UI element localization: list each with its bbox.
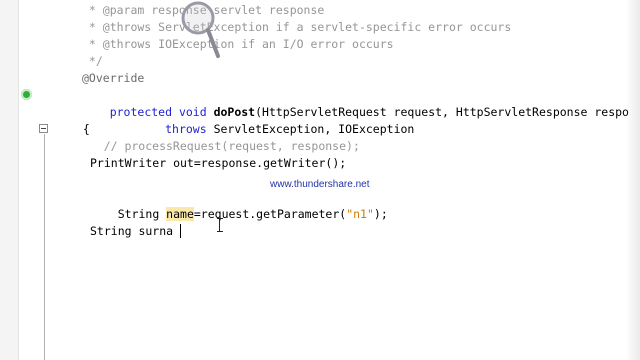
code-line-4: */ — [82, 54, 103, 68]
text-caret — [180, 224, 181, 238]
text-ibeam-cursor-icon — [217, 218, 223, 232]
fold-collapse-icon[interactable] — [39, 124, 48, 133]
highlighted-variable-token: name — [166, 207, 194, 221]
string-literal-token: "n1" — [346, 207, 374, 221]
code-line-12[interactable]: String surna — [90, 223, 173, 240]
code-line-10: PrintWriter out=response.getWriter(); — [90, 156, 347, 170]
watermark-text: www.thundershare.net — [270, 179, 370, 190]
type-token: String — [117, 207, 167, 221]
fold-gutter — [38, 0, 52, 360]
code-line-8: { — [76, 122, 90, 136]
code-line-2: * @throws ServletException if a servlet-… — [82, 20, 512, 34]
override-gutter-icon[interactable] — [21, 89, 32, 100]
editor-right-edge — [626, 0, 640, 360]
code-line-3: * @throws IOException if an I/O error oc… — [82, 37, 394, 51]
code-line-11: String name=request.getParameter("n1"); — [90, 189, 388, 221]
throws-keyword-token: throws — [109, 122, 214, 136]
code-line-5: @Override — [82, 71, 145, 85]
zoom-lens-icon — [181, 1, 220, 58]
closing-token: ); — [373, 207, 388, 221]
code-line-7: throws ServletException, IOException — [82, 104, 414, 136]
left-gutter — [0, 0, 19, 360]
code-line-9: // processRequest(request, response); — [76, 139, 360, 153]
fold-guide-line — [44, 134, 45, 360]
code-line-6: protected void doPost(HttpServletRequest… — [82, 87, 629, 119]
exceptions-token: ServletException, IOException — [213, 122, 415, 136]
code-editor[interactable]: * @param response servlet response * @th… — [0, 0, 640, 360]
